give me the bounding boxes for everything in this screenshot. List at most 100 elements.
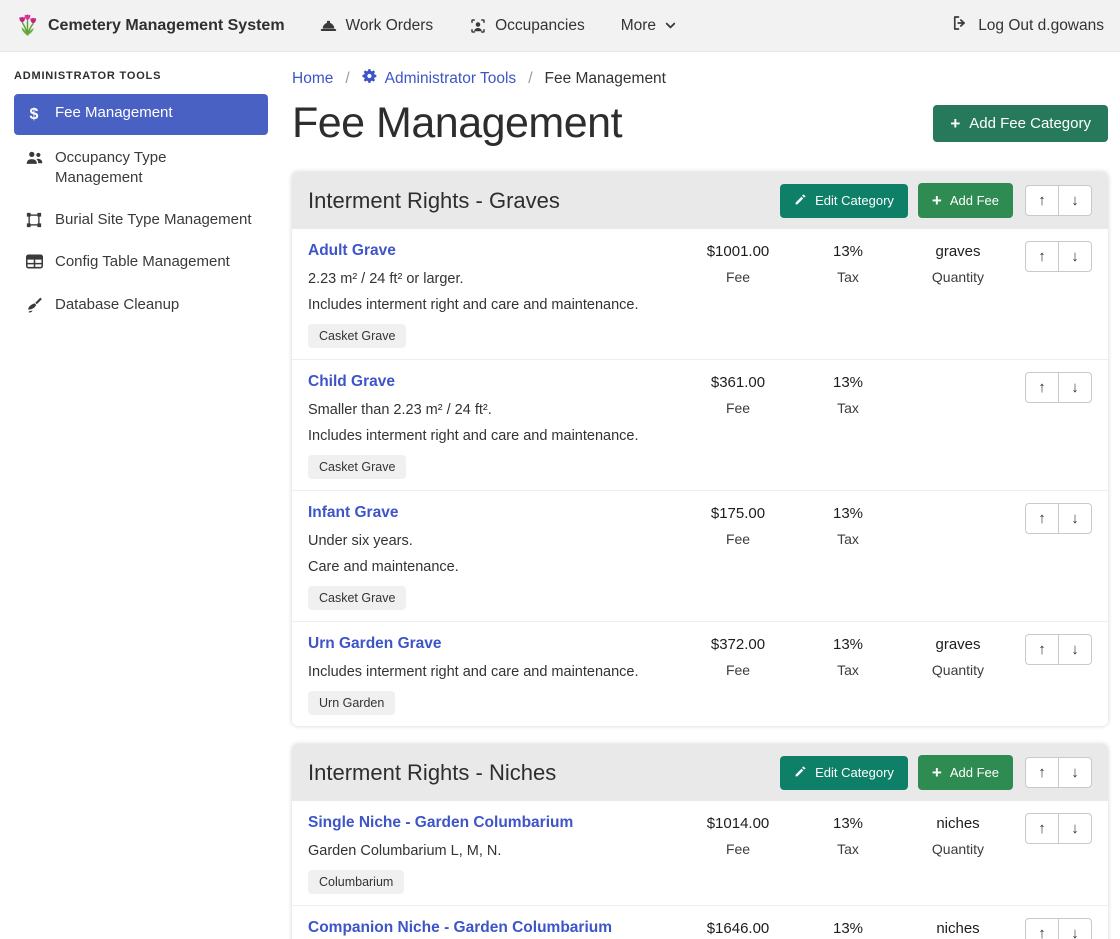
fee-tax-value: 13% <box>798 920 898 937</box>
fee-name-link[interactable]: Companion Niche - Garden Columbarium <box>308 919 612 937</box>
move-up-button[interactable]: ↑ <box>1025 757 1059 788</box>
fee-tax-label: Tax <box>798 400 898 416</box>
fee-type-badge: Urn Garden <box>308 691 395 715</box>
fee-name-link[interactable]: Child Grave <box>308 373 395 391</box>
fee-row-actions: ↑↓ <box>1018 241 1092 272</box>
nav-occupancies[interactable]: Occupancies <box>469 17 585 35</box>
fee-quantity-empty <box>898 503 1018 505</box>
fee-row-actions: ↑↓ <box>1018 813 1092 844</box>
add-fee-button[interactable]: +Add Fee <box>918 755 1013 790</box>
fee-row-adult-grave: Adult Grave2.23 m² / 24 ft² or larger.In… <box>292 229 1108 360</box>
edit-category-button[interactable]: Edit Category <box>780 184 908 218</box>
nav-more-label: More <box>621 17 656 35</box>
move-up-button[interactable]: ↑ <box>1025 241 1059 272</box>
fee-amount-label: Fee <box>678 400 798 416</box>
reorder-buttons: ↑↓ <box>1025 813 1092 844</box>
fee-amount-label: Fee <box>678 269 798 285</box>
nav-more[interactable]: More <box>621 17 677 35</box>
move-up-button[interactable]: ↑ <box>1025 634 1059 665</box>
logout-button[interactable]: Log Out d.gowans <box>951 14 1104 37</box>
fee-amount-value: $372.00 <box>678 636 798 653</box>
fee-tax-label: Tax <box>798 662 898 678</box>
move-down-button[interactable]: ↓ <box>1058 813 1092 844</box>
sidebar-item-config-table-management[interactable]: Config Table Management <box>14 243 268 281</box>
add-fee-button[interactable]: + Add Fee <box>918 183 1013 218</box>
fee-info: Single Niche - Garden ColumbariumGarden … <box>308 813 678 894</box>
fee-info: Adult Grave2.23 m² / 24 ft² or larger.In… <box>308 241 678 348</box>
reorder-buttons: ↑↓ <box>1025 918 1092 939</box>
fee-quantity-value: niches <box>898 920 1018 937</box>
logout-icon <box>951 14 969 37</box>
move-up-button[interactable]: ↑ <box>1025 503 1059 534</box>
category-card-interment-rights-graves: Interment Rights - GravesEdit Category+A… <box>292 172 1108 726</box>
sidebar-item-label: Config Table Management <box>55 252 230 272</box>
fee-row-actions: ↑↓ <box>1018 503 1092 534</box>
breadcrumb-home-link[interactable]: Home <box>292 70 333 88</box>
broom-icon <box>24 295 44 314</box>
logout-label: Log Out d.gowans <box>978 17 1104 35</box>
breadcrumb-current: Fee Management <box>545 70 667 88</box>
sidebar-item-burial-site-type-management[interactable]: Burial Site Type Management <box>14 201 268 239</box>
fee-name-link[interactable]: Infant Grave <box>308 504 398 522</box>
category-card-interment-rights-niches: Interment Rights - NichesEdit Category+A… <box>292 744 1108 939</box>
fee-amount: $1646.00Fee <box>678 918 798 939</box>
fee-name-link[interactable]: Single Niche - Garden Columbarium <box>308 814 573 832</box>
move-down-button[interactable]: ↓ <box>1058 757 1092 788</box>
fee-quantity-label: Quantity <box>898 269 1018 285</box>
fee-tax: 13%Tax <box>798 372 898 416</box>
edit-category-label: Edit Category <box>815 193 894 208</box>
fee-quantity-value: graves <box>898 636 1018 653</box>
move-up-button[interactable]: ↑ <box>1025 185 1059 216</box>
sidebar-item-fee-management[interactable]: $Fee Management <box>14 94 268 135</box>
fee-row-actions: ↑↓ <box>1018 918 1092 939</box>
add-fee-label: Add Fee <box>950 193 999 208</box>
nav-links: Work Orders Occupancies More <box>319 17 678 35</box>
fee-tax: 13%Tax <box>798 634 898 678</box>
move-down-button[interactable]: ↓ <box>1058 241 1092 272</box>
fee-info: Infant GraveUnder six years.Care and mai… <box>308 503 678 610</box>
fee-amount-value: $1014.00 <box>678 815 798 832</box>
move-down-button[interactable]: ↓ <box>1058 372 1092 403</box>
fee-info: Urn Garden GraveIncludes interment right… <box>308 634 678 715</box>
reorder-buttons: ↑↓ <box>1025 503 1092 534</box>
move-down-button[interactable]: ↓ <box>1058 503 1092 534</box>
move-down-button[interactable]: ↓ <box>1058 918 1092 939</box>
sidebar-item-label: Occupancy Type Management <box>55 148 258 189</box>
fee-quantity-label: Quantity <box>898 662 1018 678</box>
sidebar-item-label: Database Cleanup <box>55 295 179 315</box>
fee-info: Companion Niche - Garden ColumbariumGard… <box>308 918 678 939</box>
move-down-button[interactable]: ↓ <box>1058 185 1092 216</box>
fee-type-badge: Casket Grave <box>308 455 406 479</box>
breadcrumb-admin-tools-label: Administrator Tools <box>385 70 517 88</box>
site-frame-icon <box>24 210 44 229</box>
fee-amount-label: Fee <box>678 662 798 678</box>
sidebar-item-database-cleanup[interactable]: Database Cleanup <box>14 286 268 324</box>
nav-work-orders[interactable]: Work Orders <box>319 17 434 35</box>
gear-icon <box>362 68 378 89</box>
move-up-button[interactable]: ↑ <box>1025 372 1059 403</box>
move-up-button[interactable]: ↑ <box>1025 918 1059 939</box>
sidebar: ADMINISTRATOR TOOLS $Fee ManagementOccup… <box>0 52 280 939</box>
sidebar-item-occupancy-type-management[interactable]: Occupancy Type Management <box>14 139 268 198</box>
edit-category-button[interactable]: Edit Category <box>780 756 908 790</box>
breadcrumb-separator: / <box>516 70 544 88</box>
add-fee-category-button[interactable]: + Add Fee Category <box>933 105 1108 142</box>
add-fee-category-label: Add Fee Category <box>969 115 1091 132</box>
fee-tax-label: Tax <box>798 269 898 285</box>
plus-icon: + <box>932 192 942 209</box>
move-up-button[interactable]: ↑ <box>1025 813 1059 844</box>
fee-description: Under six years. <box>308 533 678 549</box>
fee-name-link[interactable]: Adult Grave <box>308 242 396 260</box>
page-title: Fee Management <box>292 99 933 148</box>
category-header: Interment Rights - GravesEdit Category+A… <box>292 172 1108 229</box>
fee-name-link[interactable]: Urn Garden Grave <box>308 635 442 653</box>
fee-tax-value: 13% <box>798 243 898 260</box>
fee-type-badge: Casket Grave <box>308 324 406 348</box>
hard-hat-icon <box>319 17 338 34</box>
app-brand: Cemetery Management System <box>16 9 285 42</box>
fee-tax: 13%Tax <box>798 503 898 547</box>
fee-amount: $1014.00Fee <box>678 813 798 857</box>
breadcrumb-admin-tools-link[interactable]: Administrator Tools <box>362 68 517 89</box>
breadcrumb-home-label: Home <box>292 70 333 88</box>
move-down-button[interactable]: ↓ <box>1058 634 1092 665</box>
